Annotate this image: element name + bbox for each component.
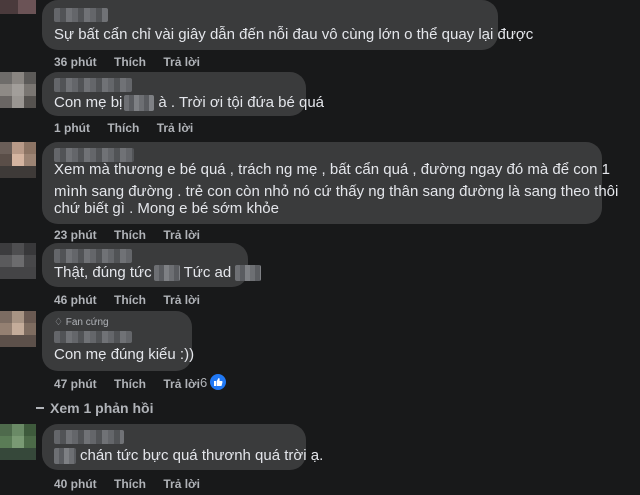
comment-bubble: Thật, đúng tức Tức ad: [42, 243, 262, 287]
fan-badge: ♢ Fan cứng: [54, 317, 109, 328]
like-button[interactable]: Thích: [107, 121, 139, 135]
author-name-redacted[interactable]: [54, 249, 132, 263]
comment-actions: 47 phút Thích Trả lời: [54, 377, 214, 391]
comment-text-part-2: à . Trời ơi tội đứa bé quá: [158, 94, 325, 111]
timestamp[interactable]: 47 phút: [54, 377, 97, 391]
author-name-redacted[interactable]: [54, 78, 132, 92]
comment-actions: 40 phút Thích Trả lời: [54, 477, 214, 491]
comment-text-line-3: chứ biết gì . Mong e bé sớm khỏe: [54, 200, 279, 217]
avatar[interactable]: [0, 142, 36, 178]
avatar[interactable]: [0, 311, 36, 347]
comment-text-part-1: Con mẹ bị: [54, 94, 123, 111]
redacted-word: [235, 265, 262, 282]
reply-button[interactable]: Trả lời: [163, 228, 200, 242]
reply-button[interactable]: Trả lời: [157, 121, 194, 135]
like-button[interactable]: Thích: [114, 293, 146, 307]
avatar[interactable]: [0, 0, 36, 14]
comment-text-line-1: Xem mà thương e bé quá , trách ng mẹ , b…: [54, 161, 610, 178]
comment-bubble: Xem mà thương e bé quá , trách ng mẹ , b…: [42, 142, 618, 224]
comment-text-part: chán tức bực quá thươnh quá trời ạ.: [80, 447, 324, 464]
comment-bubble: Sự bất cẩn chỉ vài giây dẫn đến nỗi đau …: [42, 0, 533, 50]
comment-text: Sự bất cẩn chỉ vài giây dẫn đến nỗi đau …: [54, 26, 534, 43]
reply-button[interactable]: Trả lời: [163, 477, 200, 491]
comment-text: Thật, đúng tức Tức ad: [54, 262, 262, 284]
author-name-redacted[interactable]: [54, 8, 108, 22]
comment-actions: 46 phút Thích Trả lời: [54, 293, 214, 307]
comment-text-part-1: Thật, đúng tức: [54, 264, 152, 281]
like-button[interactable]: Thích: [114, 55, 146, 69]
reaction-count-value: 6: [200, 374, 208, 390]
timestamp[interactable]: 23 phút: [54, 228, 97, 242]
comment-text: Con mẹ bị à . Trời ơi tội đứa bé quá: [54, 92, 324, 114]
view-replies-label: Xem 1 phản hồi: [50, 400, 154, 416]
like-button[interactable]: Thích: [114, 228, 146, 242]
redacted-word: [153, 265, 180, 282]
comment-bubble: ♢ Fan cứng Con mẹ đúng kiểu :)): [42, 311, 195, 371]
comment-actions: 23 phút Thích Trả lời: [54, 228, 214, 242]
comment-bubble: Con mẹ bị à . Trời ơi tội đứa bé quá: [42, 72, 324, 116]
comment-text: Con mẹ đúng kiểu :)): [54, 346, 195, 363]
comment-text: chán tức bực quá thươnh quá trời ạ.: [54, 445, 323, 467]
redacted-word: [54, 448, 76, 465]
author-name-redacted[interactable]: [54, 331, 132, 343]
reply-button[interactable]: Trả lời: [163, 55, 200, 69]
reply-connector: [36, 407, 44, 409]
avatar[interactable]: [0, 424, 36, 460]
timestamp[interactable]: 40 phút: [54, 477, 97, 491]
view-replies-link[interactable]: Xem 1 phản hồi: [36, 400, 153, 416]
diamond-icon: ♢: [54, 317, 63, 328]
avatar[interactable]: [0, 243, 36, 279]
fan-badge-label: Fan cứng: [65, 317, 109, 328]
thumbs-up-icon: [210, 374, 227, 390]
author-name-redacted[interactable]: [54, 430, 124, 444]
comment-bubble: chán tức bực quá thươnh quá trời ạ.: [42, 424, 323, 470]
redacted-word: [124, 95, 155, 112]
reaction-count[interactable]: 6: [200, 374, 227, 390]
comment-text-part-2: Tức ad: [183, 264, 232, 281]
avatar[interactable]: [0, 72, 36, 108]
like-button[interactable]: Thích: [114, 377, 146, 391]
timestamp[interactable]: 36 phút: [54, 55, 97, 69]
timestamp[interactable]: 46 phút: [54, 293, 97, 307]
comment-actions: 36 phút Thích Trả lời: [54, 55, 214, 69]
reply-button[interactable]: Trả lời: [163, 377, 200, 391]
timestamp[interactable]: 1 phút: [54, 121, 90, 135]
reply-button[interactable]: Trả lời: [163, 293, 200, 307]
like-button[interactable]: Thích: [114, 477, 146, 491]
comment-actions: 1 phút Thích Trả lời: [54, 121, 207, 135]
